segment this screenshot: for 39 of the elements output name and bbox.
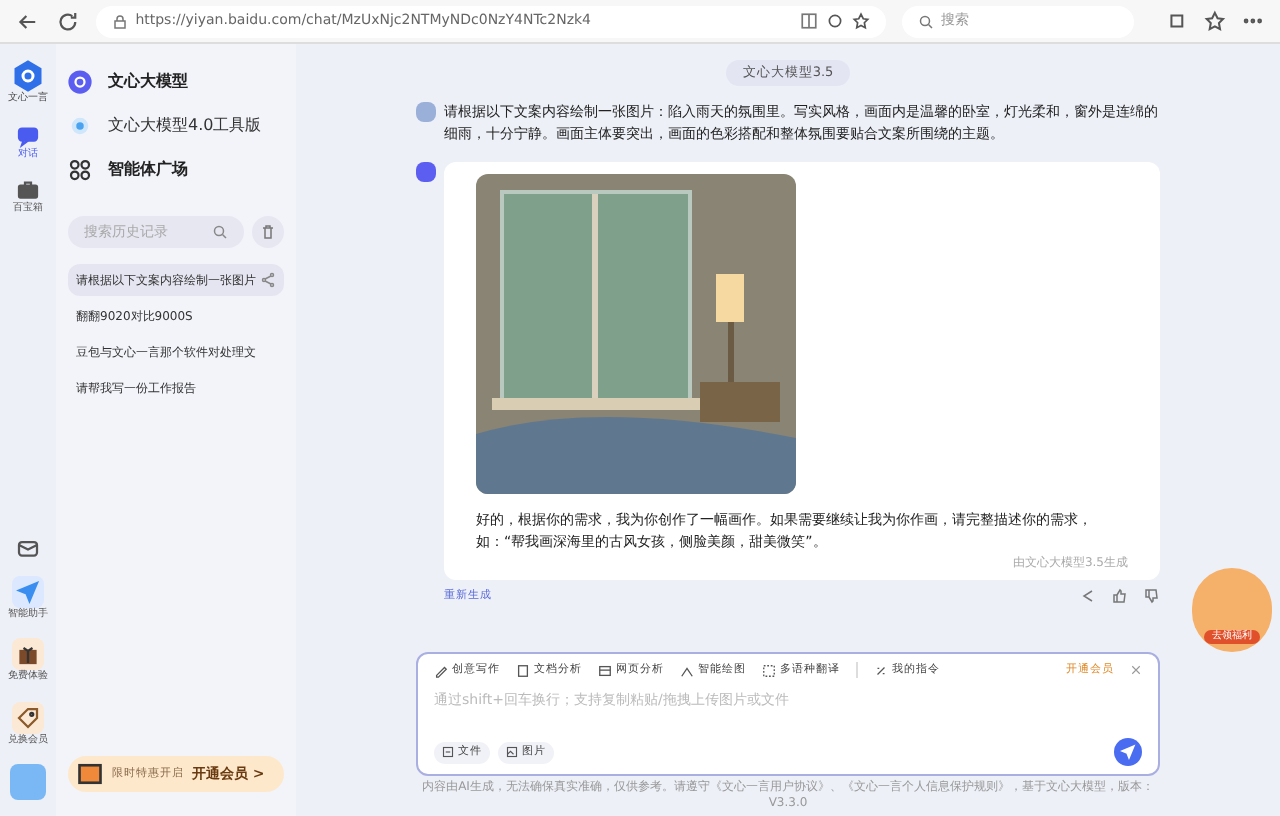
share-icon [1080, 588, 1096, 605]
search-icon [917, 13, 934, 29]
pencil-icon [434, 663, 448, 678]
search-icon [212, 224, 228, 240]
reload-icon [55, 9, 80, 33]
star-icon [851, 12, 870, 30]
chat-bubble-icon [16, 123, 40, 147]
model-dot-icon [68, 114, 92, 138]
image-frame-icon [76, 760, 104, 788]
paper-plane-icon [1120, 744, 1136, 760]
thumbs-down-icon [1144, 588, 1160, 605]
delete-button[interactable] [252, 216, 284, 248]
sidebar-menu-item[interactable]: 智能体广场 [68, 148, 284, 192]
model-logo-icon [68, 70, 92, 94]
web-page-icon [598, 663, 612, 678]
sidebar-menu-item[interactable]: 文心大模型 [68, 60, 284, 104]
reader-icon [799, 12, 818, 30]
grid-icon [68, 158, 92, 182]
share-icon [260, 272, 276, 288]
user-avatar [416, 102, 436, 122]
percent-icon [874, 663, 888, 678]
lock-icon [111, 13, 128, 29]
back-icon [16, 9, 40, 33]
document-icon [516, 663, 530, 678]
gift-icon [16, 642, 40, 666]
close-icon [1130, 664, 1142, 677]
file-icon [442, 746, 454, 758]
send-button[interactable] [1114, 738, 1142, 766]
logo-icon [12, 60, 44, 92]
tag-icon [16, 705, 40, 729]
paper-plane-icon [16, 579, 40, 603]
trash-icon [260, 224, 276, 240]
favorites-icon [1204, 10, 1227, 32]
mail-icon [16, 535, 40, 559]
thumbs-up-icon [1112, 588, 1128, 605]
sidebar-menu-item[interactable]: 文心大模型4.0工具版 [68, 104, 284, 148]
image-icon [506, 746, 518, 758]
toolbox-icon [16, 178, 40, 202]
bot-avatar [416, 162, 436, 182]
